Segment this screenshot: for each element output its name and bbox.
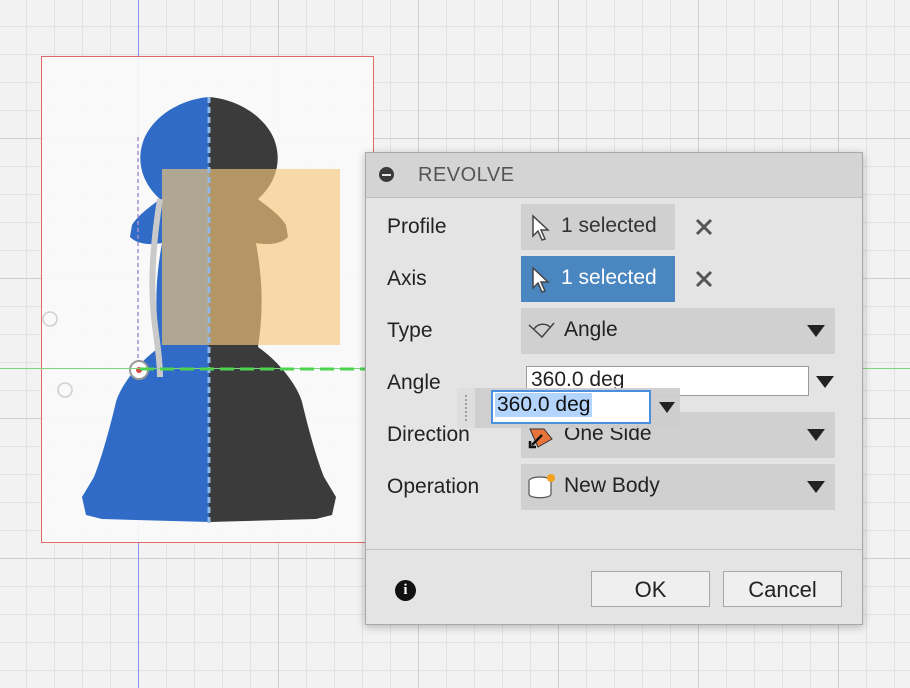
cursor-icon [532, 214, 550, 241]
close-icon[interactable] [694, 217, 714, 237]
chevron-down-icon[interactable] [816, 376, 834, 388]
angle-label: Angle [387, 371, 441, 394]
operation-label: Operation [387, 475, 480, 498]
chevron-down-icon [807, 429, 825, 441]
angle-manipulator-line[interactable] [140, 363, 375, 375]
chevron-down-icon [807, 325, 825, 337]
dialog-title: REVOLVE [418, 164, 515, 186]
pawn-model[interactable] [42, 57, 375, 544]
cursor-icon [532, 266, 550, 293]
type-label: Type [387, 319, 433, 342]
axis-label: Axis [387, 267, 427, 290]
profile-value: 1 selected [561, 214, 657, 237]
canvas-image[interactable] [41, 56, 374, 543]
operation-dropdown[interactable]: New Body [521, 464, 835, 510]
chevron-down-icon[interactable] [659, 402, 675, 413]
ok-button[interactable]: OK [591, 571, 710, 607]
profile-selector[interactable]: 1 selected [521, 204, 675, 250]
profile-highlight[interactable] [162, 169, 340, 345]
info-icon[interactable]: i [395, 580, 416, 601]
profile-label: Profile [387, 215, 447, 238]
axis-selector[interactable]: 1 selected [521, 256, 675, 302]
close-icon[interactable] [694, 269, 714, 289]
chevron-down-icon [807, 481, 825, 493]
dialog-header[interactable]: REVOLVE [366, 153, 862, 198]
new-body-icon [528, 474, 555, 499]
operation-value: New Body [564, 474, 660, 497]
collapse-icon[interactable] [379, 167, 394, 182]
angle-manipulator-input[interactable]: 360.0 deg [457, 388, 680, 428]
sketch-point[interactable] [57, 382, 73, 398]
cancel-button[interactable]: Cancel [723, 571, 842, 607]
sketch-point[interactable] [42, 311, 58, 327]
drag-handle[interactable] [457, 388, 475, 428]
axis-value: 1 selected [561, 266, 657, 289]
type-dropdown[interactable]: Angle [521, 308, 835, 354]
type-value: Angle [564, 318, 618, 341]
manipulator-value[interactable]: 360.0 deg [495, 393, 593, 417]
footer-divider [366, 549, 862, 550]
angle-icon [528, 322, 555, 339]
